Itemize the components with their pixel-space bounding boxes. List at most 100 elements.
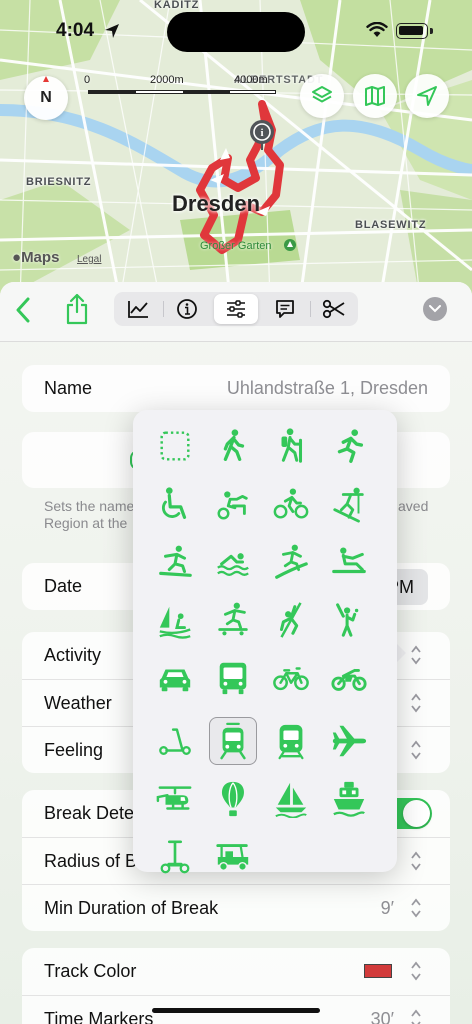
region-note-line1-tail: aved [398,498,429,514]
min-duration-row[interactable]: Min Duration of Break 9′ [22,884,450,931]
back-button[interactable] [10,294,36,326]
train-icon[interactable] [267,717,315,765]
none-dotted-square-icon[interactable] [151,422,199,470]
surfing-icon[interactable] [267,538,315,586]
apple-icon: ● [12,249,22,266]
wifi-icon [366,22,388,37]
bus-icon[interactable] [209,654,257,702]
time-markers-value: 30′ [370,1008,394,1024]
chevron-down-icon [429,305,441,313]
scooter-icon[interactable] [151,717,199,765]
segway-icon[interactable] [151,833,199,881]
tab-comments[interactable] [263,294,307,324]
date-label: Date [44,576,83,596]
chevron-up-down-icon [411,645,421,665]
home-indicator [152,1008,320,1013]
dynamic-island [167,12,305,52]
name-group: Name Uhlandstraße 1, Dresden [22,365,450,412]
tab-scissors[interactable] [312,294,356,324]
hiking-icon[interactable] [267,422,315,470]
name-label: Name [44,378,93,398]
battery-icon [396,23,428,39]
golf-cart-icon[interactable] [209,833,257,881]
chevron-up-down-icon [411,961,421,981]
sailing-icon[interactable] [151,596,199,644]
walking-icon[interactable] [209,422,257,470]
map-label-kaditz: KADITZ [154,0,200,11]
chevron-up-down-icon [411,693,421,713]
tab-chart[interactable] [116,294,160,324]
activity-picker-popover [133,410,397,874]
airplane-icon[interactable] [325,717,373,765]
toolbar [0,282,472,342]
time-markers-label: Time Markers [44,1008,154,1024]
bicycle-icon[interactable] [267,654,315,702]
status-time: 4:04 [56,20,95,41]
svg-text:i: i [260,127,263,139]
maps-logo: ●Maps [12,249,59,266]
sailboat-icon[interactable] [267,775,315,823]
map-type-button[interactable] [353,74,397,118]
scale-label-4000: 4000m [234,74,268,86]
chevron-up-down-icon [411,898,421,918]
location-arrow-icon [105,24,119,38]
activity-label: Activity [44,645,102,665]
map-label-blasewitz: BLASEWITZ [355,219,427,231]
rowing-icon[interactable] [325,538,373,586]
segmented-control [114,292,358,326]
radius-label: Radius of B [44,850,138,871]
name-row[interactable]: Name Uhlandstraße 1, Dresden [22,365,450,412]
battery-tip [430,28,433,34]
handcycle-icon[interactable] [209,480,257,528]
cycling-icon[interactable] [267,480,315,528]
balloon-icon[interactable] [209,775,257,823]
sliders-icon [227,300,245,318]
layers-icon [312,86,332,103]
map-garden-label: Großer Garten [200,240,272,252]
skiing-icon[interactable] [325,480,373,528]
comment-icon [276,300,294,318]
skateboarding-icon[interactable] [209,596,257,644]
map-label-briesnitz: BRIESNITZ [26,176,92,188]
chevron-up-down-icon [411,851,421,871]
chevron-left-icon [16,297,30,323]
info-icon [177,299,197,319]
cricket-icon[interactable] [325,596,373,644]
scissors-icon [322,299,345,319]
compass-north-label: N [40,89,52,106]
climbing-icon[interactable] [267,596,315,644]
close-button[interactable] [423,297,447,321]
wheelchair-icon[interactable] [151,480,199,528]
legal-link[interactable]: Legal [77,254,101,265]
tram-icon[interactable] [209,717,257,765]
min-duration-label: Min Duration of Break [44,897,219,918]
ferry-icon[interactable] [325,775,373,823]
compass-button[interactable]: N [24,76,68,120]
name-value[interactable]: Uhlandstraße 1, Dresden [227,378,428,399]
snowboarding-icon[interactable] [151,538,199,586]
tab-info[interactable] [165,294,209,324]
helicopter-icon[interactable] [151,775,199,823]
location-icon [417,86,437,106]
layers-button[interactable] [300,74,344,118]
motorcycle-icon[interactable] [325,654,373,702]
map-icon [365,86,385,106]
map-city-label: Dresden [172,191,261,216]
locate-button[interactable] [405,74,449,118]
map-view[interactable]: i KADITZ BRIESNITZ BLASEWITZ ALBERTSTADT… [0,0,472,300]
region-note-line1: Sets the name [44,498,135,514]
swimming-icon[interactable] [209,538,257,586]
car-icon[interactable] [151,654,199,702]
feeling-label: Feeling [44,739,104,760]
chevron-up-down-icon [411,1009,421,1024]
track-color-label: Track Color [44,961,137,981]
track-color-swatch[interactable] [364,964,392,978]
maps-logo-text: Maps [21,249,60,266]
chart-icon [128,301,148,318]
tab-settings[interactable] [214,294,258,324]
share-button[interactable] [62,290,92,328]
track-color-row[interactable]: Track Color [22,948,450,995]
running-icon[interactable] [325,422,373,470]
share-icon [66,293,88,325]
min-duration-value: 9′ [380,897,394,918]
